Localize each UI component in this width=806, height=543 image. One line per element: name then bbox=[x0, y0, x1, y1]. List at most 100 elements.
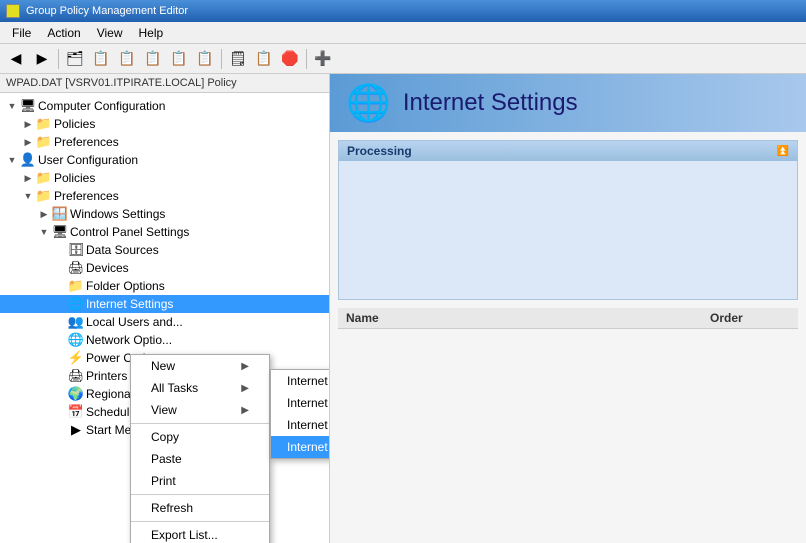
tree-item-data-sources[interactable]: 🗄Data Sources bbox=[0, 241, 329, 259]
label-network-options: Network Optio... bbox=[86, 333, 172, 347]
expander-printers[interactable] bbox=[52, 368, 68, 384]
toolbar-sep-2 bbox=[221, 49, 222, 69]
menu-help[interactable]: Help bbox=[131, 24, 172, 42]
menu-bar: File Action View Help bbox=[0, 22, 806, 44]
ctx-copy[interactable]: Copy bbox=[131, 426, 269, 448]
header-icon: 🌐 bbox=[346, 82, 391, 124]
tree-item-preferences-1[interactable]: ▶📁Preferences bbox=[0, 133, 329, 151]
toolbar-back[interactable]: ◀ bbox=[4, 47, 28, 71]
toolbar-btn-add[interactable]: ➕ bbox=[311, 47, 335, 71]
col-name-header: Name bbox=[346, 311, 710, 325]
tree-item-preferences-2[interactable]: ▼📁Preferences bbox=[0, 187, 329, 205]
label-policies-1: Policies bbox=[54, 117, 95, 131]
expander-local-users[interactable] bbox=[52, 314, 68, 330]
header-title: Internet Settings bbox=[403, 89, 578, 117]
ctx-sep-3 bbox=[131, 521, 269, 522]
label-policies-2: Policies bbox=[54, 171, 95, 185]
label-computer-config: Computer Configuration bbox=[38, 99, 165, 113]
sub-ie56[interactable]: Internet Explorer 5 and 6 bbox=[271, 370, 330, 392]
expander-scheduled-tasks[interactable] bbox=[52, 404, 68, 420]
ctx-new[interactable]: New ▶ bbox=[131, 355, 269, 377]
toolbar-btn-2[interactable]: 📋 bbox=[89, 47, 113, 71]
toolbar-btn-7[interactable]: 🗒 bbox=[226, 47, 250, 71]
expander-policies-1[interactable]: ▶ bbox=[20, 116, 36, 132]
icon-internet-settings: 🌐 bbox=[68, 296, 84, 312]
ctx-view[interactable]: View ▶ bbox=[131, 399, 269, 421]
expander-start-menu[interactable] bbox=[52, 422, 68, 438]
icon-preferences-1: 📁 bbox=[36, 134, 52, 150]
tree-panel: WPAD.DAT [VSRV01.ITPIRATE.LOCAL] Policy … bbox=[0, 74, 330, 543]
sub-ie10[interactable]: Internet Explorer 10 bbox=[271, 436, 330, 458]
toolbar-btn-6[interactable]: 📋 bbox=[193, 47, 217, 71]
expander-power-options[interactable] bbox=[52, 350, 68, 366]
toolbar-forward[interactable]: ▶ bbox=[30, 47, 54, 71]
expander-preferences-1[interactable]: ▶ bbox=[20, 134, 36, 150]
tree-item-folder-options[interactable]: 📁Folder Options bbox=[0, 277, 329, 295]
tree-item-devices[interactable]: 🖨Devices bbox=[0, 259, 329, 277]
toolbar-btn-8[interactable]: 📋 bbox=[252, 47, 276, 71]
tree-item-control-panel[interactable]: ▼🖥Control Panel Settings bbox=[0, 223, 329, 241]
tree-item-network-options[interactable]: 🌐Network Optio... bbox=[0, 331, 329, 349]
menu-view[interactable]: View bbox=[89, 24, 131, 42]
right-content: Processing ⏫ Name Order bbox=[330, 132, 806, 543]
context-menu: New ▶ All Tasks ▶ View ▶ Copy Paste Prin… bbox=[130, 354, 270, 543]
expander-user-config[interactable]: ▼ bbox=[4, 152, 20, 168]
address-bar: WPAD.DAT [VSRV01.ITPIRATE.LOCAL] Policy bbox=[0, 74, 329, 93]
icon-scheduled-tasks: 📅 bbox=[68, 404, 84, 420]
ctx-view-arrow: ▶ bbox=[241, 405, 249, 416]
expander-computer-config[interactable]: ▼ bbox=[4, 98, 20, 114]
processing-panel: Processing ⏫ bbox=[338, 140, 798, 300]
expander-data-sources[interactable] bbox=[52, 242, 68, 258]
tree-item-computer-config[interactable]: ▼🖥Computer Configuration bbox=[0, 97, 329, 115]
tree-item-internet-settings[interactable]: 🌐Internet Settings bbox=[0, 295, 329, 313]
label-user-config: User Configuration bbox=[38, 153, 138, 167]
toolbar-btn-1[interactable]: 🗂 bbox=[63, 47, 87, 71]
processing-header: Processing ⏫ bbox=[339, 141, 797, 161]
ctx-paste[interactable]: Paste bbox=[131, 448, 269, 470]
menu-file[interactable]: File bbox=[4, 24, 39, 42]
title-text: Group Policy Management Editor bbox=[26, 5, 188, 17]
tree-item-user-config[interactable]: ▼👤User Configuration bbox=[0, 151, 329, 169]
expander-control-panel[interactable]: ▼ bbox=[36, 224, 52, 240]
toolbar-sep-1 bbox=[58, 49, 59, 69]
ctx-sep-2 bbox=[131, 494, 269, 495]
tree-item-policies-1[interactable]: ▶📁Policies bbox=[0, 115, 329, 133]
col-order-header: Order bbox=[710, 311, 790, 325]
toolbar-btn-5[interactable]: 📋 bbox=[167, 47, 191, 71]
expander-regional-options[interactable] bbox=[52, 386, 68, 402]
icon-data-sources: 🗄 bbox=[68, 242, 84, 258]
menu-action[interactable]: Action bbox=[39, 24, 88, 42]
expander-devices[interactable] bbox=[52, 260, 68, 276]
icon-printers: 🖨 bbox=[68, 368, 84, 384]
ctx-print[interactable]: Print bbox=[131, 470, 269, 492]
icon-regional-options: 🌍 bbox=[68, 386, 84, 402]
label-internet-settings: Internet Settings bbox=[86, 297, 173, 311]
expander-preferences-2[interactable]: ▼ bbox=[20, 188, 36, 204]
right-header: 🌐 Internet Settings bbox=[330, 74, 806, 132]
ctx-refresh[interactable]: Refresh bbox=[131, 497, 269, 519]
icon-local-users: 👥 bbox=[68, 314, 84, 330]
expander-windows-settings[interactable]: ▶ bbox=[36, 206, 52, 222]
main-area: WPAD.DAT [VSRV01.ITPIRATE.LOCAL] Policy … bbox=[0, 74, 806, 543]
right-panel: 🌐 Internet Settings Processing ⏫ Name Or… bbox=[330, 74, 806, 543]
sub-ie89[interactable]: Internet Explorer 8 and 9 bbox=[271, 414, 330, 436]
tree-item-policies-2[interactable]: ▶📁Policies bbox=[0, 169, 329, 187]
title-bar: Group Policy Management Editor bbox=[0, 0, 806, 22]
toolbar-btn-4[interactable]: 📋 bbox=[141, 47, 165, 71]
tree-item-local-users[interactable]: 👥Local Users and... bbox=[0, 313, 329, 331]
expander-network-options[interactable] bbox=[52, 332, 68, 348]
ctx-all-tasks-arrow: ▶ bbox=[241, 383, 249, 394]
toolbar-btn-9[interactable]: 🛑 bbox=[278, 47, 302, 71]
expander-policies-2[interactable]: ▶ bbox=[20, 170, 36, 186]
label-local-users: Local Users and... bbox=[86, 315, 183, 329]
ctx-export[interactable]: Export List... bbox=[131, 524, 269, 543]
label-devices: Devices bbox=[86, 261, 129, 275]
collapse-button[interactable]: ⏫ bbox=[777, 146, 789, 157]
sub-ie7[interactable]: Internet Explorer 7 bbox=[271, 392, 330, 414]
submenu-new: Internet Explorer 5 and 6 Internet Explo… bbox=[270, 369, 330, 459]
expander-internet-settings[interactable] bbox=[52, 296, 68, 312]
ctx-all-tasks[interactable]: All Tasks ▶ bbox=[131, 377, 269, 399]
toolbar-btn-3[interactable]: 📋 bbox=[115, 47, 139, 71]
tree-item-windows-settings[interactable]: ▶🪟Windows Settings bbox=[0, 205, 329, 223]
expander-folder-options[interactable] bbox=[52, 278, 68, 294]
